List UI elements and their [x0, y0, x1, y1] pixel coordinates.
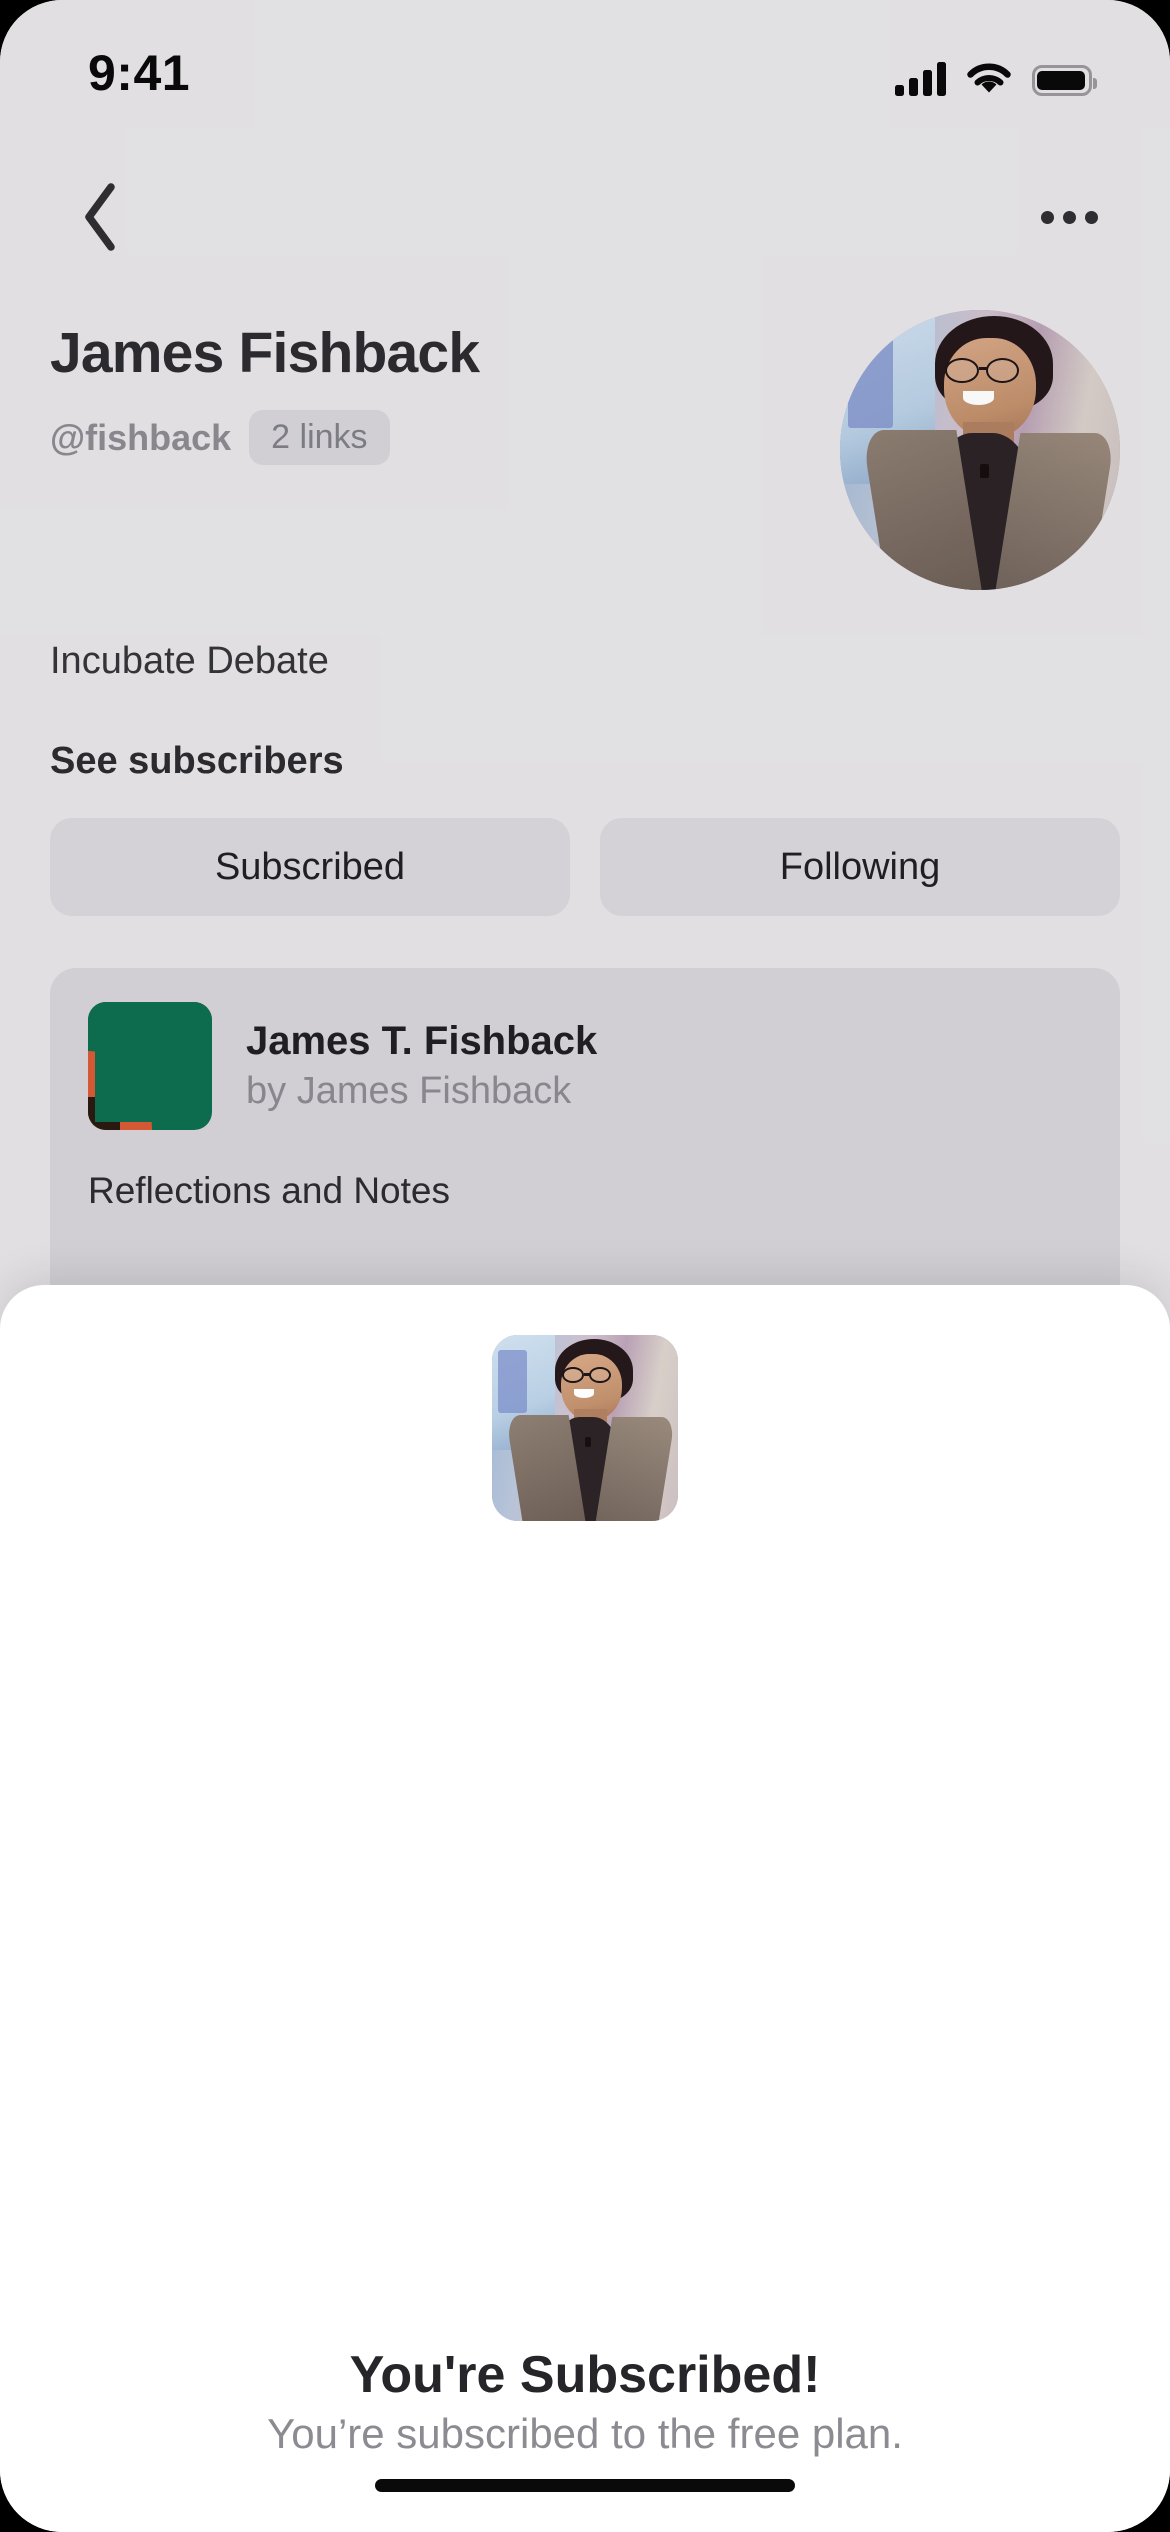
subscription-avatar — [492, 1335, 678, 1521]
home-indicator — [375, 2479, 795, 2492]
phone-screen: 9:41 James Fishback @fishback 2 links In… — [0, 0, 1170, 2532]
subscription-confirmation-sheet: You're Subscribed! You’re subscribed to … — [0, 1285, 1170, 2532]
sheet-title: You're Subscribed! — [349, 2346, 821, 2404]
sheet-subtitle: You’re subscribed to the free plan. — [267, 2410, 903, 2457]
subscription-avatar-photo — [492, 1335, 678, 1521]
